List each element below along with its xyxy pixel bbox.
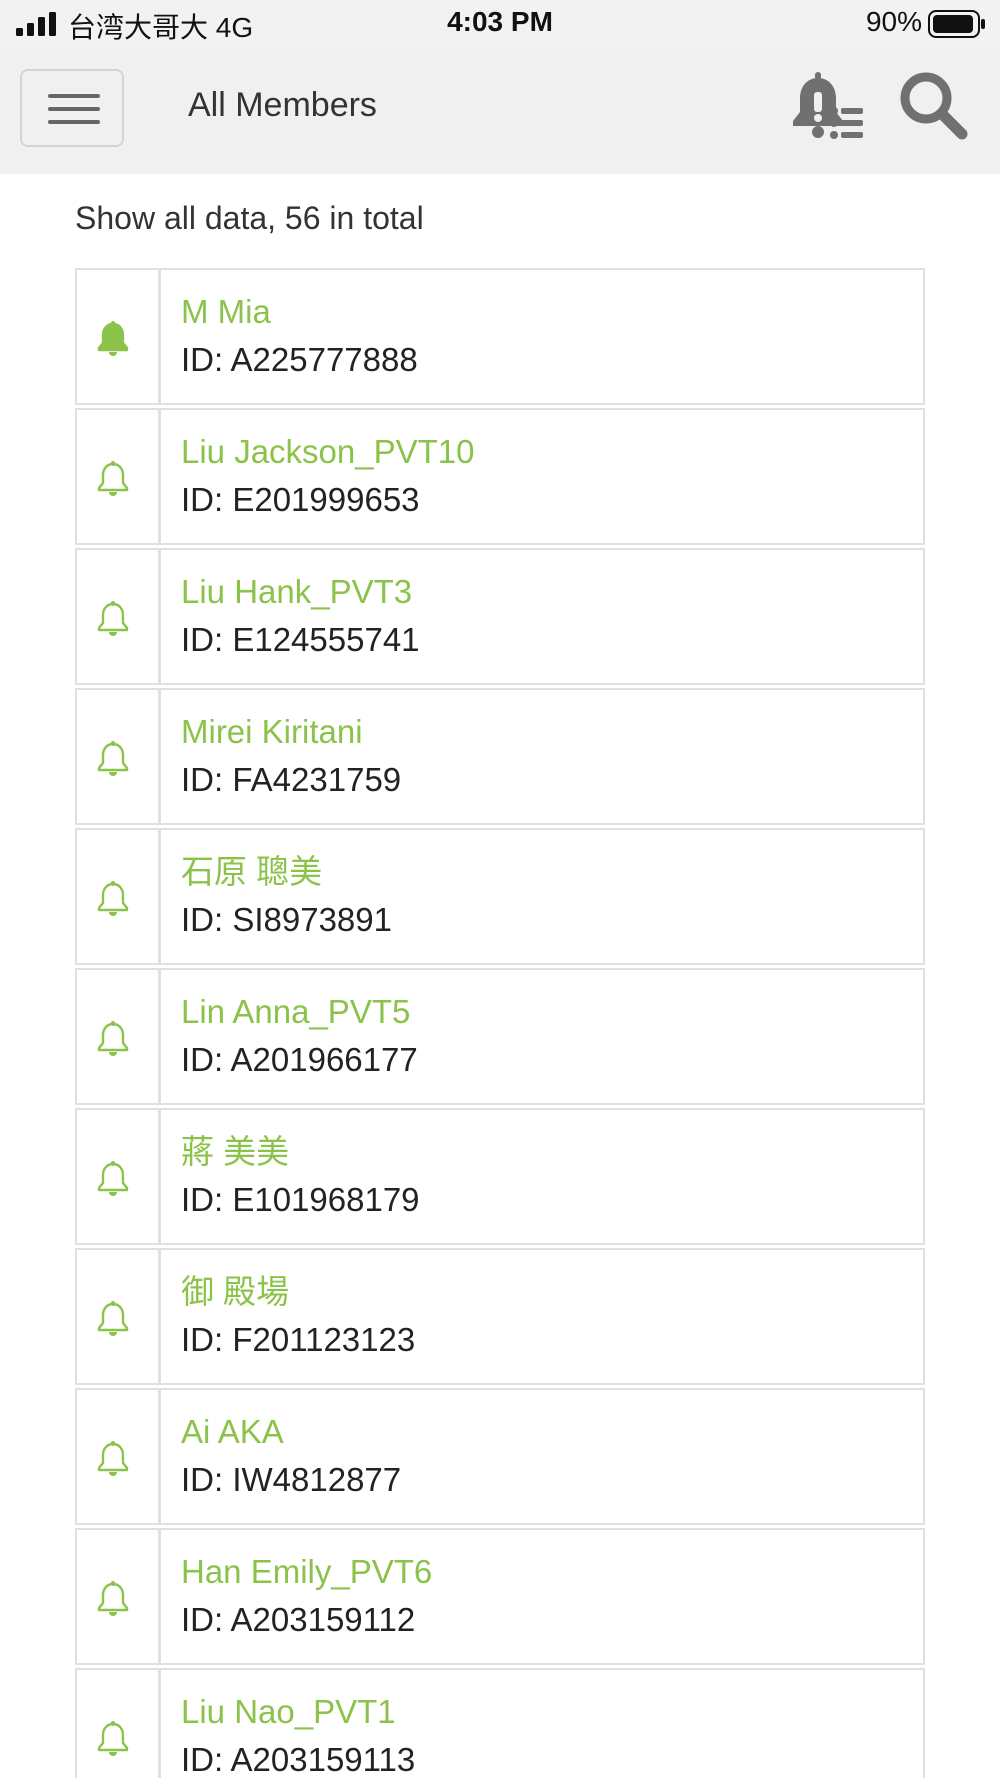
app-header: All Members [0, 48, 1000, 174]
bell-outline-icon [97, 741, 129, 776]
bell-filled-icon [97, 321, 129, 356]
member-list: M Mia ID: A225777888 Liu Jackson_PVT10 I… [75, 268, 925, 1778]
list-item[interactable]: M Mia ID: A225777888 [75, 268, 925, 405]
member-name: Han Emily_PVT6 [181, 1553, 433, 1590]
member-name: 石原 聰美 [181, 853, 323, 890]
list-item[interactable]: 蔣 美美 ID: E101968179 [75, 1108, 925, 1245]
bell-outline-icon [97, 461, 129, 496]
notification-toggle[interactable] [77, 1670, 161, 1778]
member-name: Liu Jackson_PVT10 [181, 433, 475, 470]
member-id: ID: E101968179 [181, 1181, 420, 1218]
member-id: ID: A225777888 [181, 341, 418, 378]
battery-icon [928, 10, 985, 38]
list-item[interactable]: Ai AKA ID: IW4812877 [75, 1388, 925, 1525]
list-item[interactable]: Han Emily_PVT6 ID: A203159112 [75, 1528, 925, 1665]
search-icon[interactable] [898, 70, 968, 140]
notification-toggle[interactable] [77, 830, 161, 963]
notification-toggle[interactable] [77, 410, 161, 543]
member-name: 蔣 美美 [181, 1133, 290, 1170]
member-name: Liu Nao_PVT1 [181, 1693, 396, 1730]
member-id: ID: FA4231759 [181, 761, 402, 798]
bell-outline-icon [97, 1301, 129, 1336]
member-name: M Mia [181, 293, 271, 330]
member-id: ID: A203159112 [181, 1601, 416, 1638]
battery-percent: 90% [865, 6, 922, 37]
hamburger-menu-icon [48, 94, 100, 98]
bell-outline-icon [97, 1161, 129, 1196]
member-name: 御 殿場 [181, 1273, 290, 1310]
result-summary: Show all data, 56 in total [75, 200, 424, 236]
list-item[interactable]: 御 殿場 ID: F201123123 [75, 1248, 925, 1385]
list-item[interactable]: Mirei Kiritani ID: FA4231759 [75, 688, 925, 825]
notification-toggle[interactable] [77, 1390, 161, 1523]
alert-list-icon[interactable] [790, 70, 866, 142]
member-id: ID: A203159113 [181, 1741, 416, 1778]
bell-outline-icon [97, 1441, 129, 1476]
notification-toggle[interactable] [77, 690, 161, 823]
page: 台湾大哥大 4G 4:03 PM 90% All Members Show al… [0, 0, 1000, 1778]
notification-toggle[interactable] [77, 1250, 161, 1383]
notification-toggle[interactable] [77, 1530, 161, 1663]
bell-outline-icon [97, 1581, 129, 1616]
member-id: ID: IW4812877 [181, 1461, 402, 1498]
member-id: ID: F201123123 [181, 1321, 416, 1358]
notification-toggle[interactable] [77, 270, 161, 403]
member-id: ID: E124555741 [181, 621, 420, 658]
member-name: Ai AKA [181, 1413, 284, 1450]
bell-outline-icon [97, 601, 129, 636]
list-item[interactable]: Liu Hank_PVT3 ID: E124555741 [75, 548, 925, 685]
list-item[interactable]: Liu Nao_PVT1 ID: A203159113 [75, 1668, 925, 1778]
member-id: ID: A201966177 [181, 1041, 418, 1078]
menu-button[interactable] [20, 69, 124, 147]
bell-outline-icon [97, 881, 129, 916]
member-name: Lin Anna_PVT5 [181, 993, 411, 1030]
list-item[interactable]: Liu Jackson_PVT10 ID: E201999653 [75, 408, 925, 545]
status-bar: 台湾大哥大 4G 4:03 PM 90% [0, 0, 1000, 48]
list-item[interactable]: 石原 聰美 ID: SI8973891 [75, 828, 925, 965]
bell-outline-icon [97, 1721, 129, 1756]
notification-toggle[interactable] [77, 1110, 161, 1243]
status-time: 4:03 PM [447, 6, 553, 37]
page-title: All Members [188, 86, 377, 124]
notification-toggle[interactable] [77, 970, 161, 1103]
list-item[interactable]: Lin Anna_PVT5 ID: A201966177 [75, 968, 925, 1105]
member-name: Mirei Kiritani [181, 713, 363, 750]
notification-toggle[interactable] [77, 550, 161, 683]
bell-outline-icon [97, 1021, 129, 1056]
member-id: ID: SI8973891 [181, 901, 392, 938]
member-name: Liu Hank_PVT3 [181, 573, 413, 610]
member-id: ID: E201999653 [181, 481, 420, 518]
